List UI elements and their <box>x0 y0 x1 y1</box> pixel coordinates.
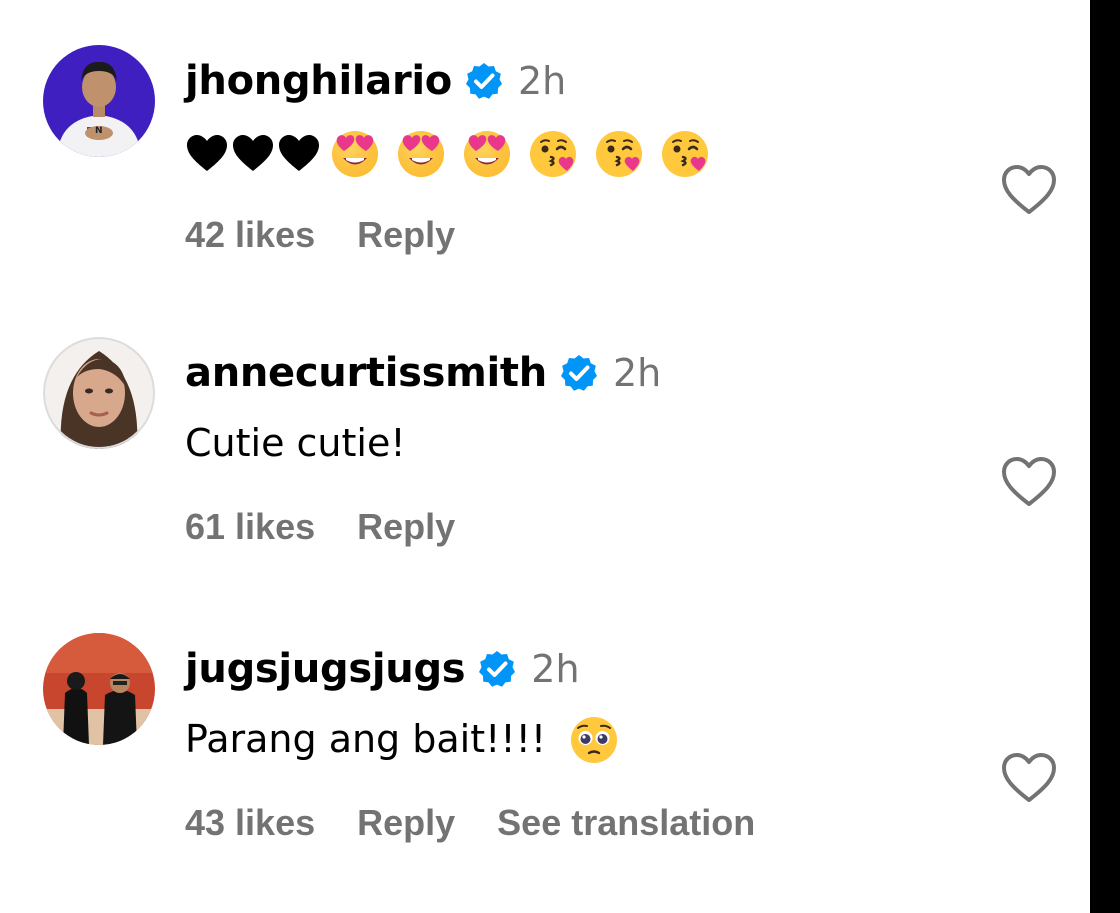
comment-item: N jhonghilario 2h 42 likes Reply <box>0 45 1090 315</box>
svg-text:N: N <box>95 126 103 136</box>
reply-button[interactable]: Reply <box>357 214 455 256</box>
like-comment-heart-icon[interactable] <box>1000 751 1058 805</box>
comment-body: Parang ang bait!!!! <box>185 717 547 761</box>
comment-header: jhonghilario 2h <box>185 53 566 109</box>
avatar[interactable] <box>43 633 155 745</box>
comment-header: annecurtissmith 2h <box>185 345 661 401</box>
comment-actions: 42 likes Reply <box>185 205 497 265</box>
timestamp[interactable]: 2h <box>518 59 566 103</box>
likes-count[interactable]: 43 likes <box>185 802 315 844</box>
comment-text: Parang ang bait!!!! <box>185 711 620 767</box>
reply-button[interactable]: Reply <box>357 506 455 548</box>
comment-item: jugsjugsjugs 2h Parang ang bait!!!! 43 l… <box>0 633 1090 903</box>
comment-emojis <box>185 125 711 181</box>
heart-eyes-face-icon <box>329 127 381 179</box>
username[interactable]: jugsjugsjugs <box>185 646 466 692</box>
comment-actions: 61 likes Reply <box>185 497 497 557</box>
window-edge <box>1090 0 1120 913</box>
kissing-face-icon <box>659 127 711 179</box>
comment-text: Cutie cutie! <box>185 415 406 471</box>
username[interactable]: jhonghilario <box>185 58 452 104</box>
username[interactable]: annecurtissmith <box>185 350 547 396</box>
likes-count[interactable]: 61 likes <box>185 506 315 548</box>
like-comment-heart-icon[interactable] <box>1000 455 1058 509</box>
kissing-face-icon <box>593 127 645 179</box>
comment-actions: 43 likes Reply See translation <box>185 793 797 853</box>
black-heart-icon <box>231 133 275 173</box>
avatar[interactable]: N <box>43 45 155 157</box>
timestamp[interactable]: 2h <box>531 647 579 691</box>
black-heart-icon <box>277 133 321 173</box>
verified-badge-icon <box>477 649 517 689</box>
comment-item: annecurtissmith 2h Cutie cutie! 61 likes… <box>0 337 1090 607</box>
heart-eyes-face-icon <box>395 127 447 179</box>
like-comment-heart-icon[interactable] <box>1000 163 1058 217</box>
comment-body: Cutie cutie! <box>185 421 406 465</box>
kissing-face-icon <box>527 127 579 179</box>
pleading-face-icon <box>568 713 620 765</box>
verified-badge-icon <box>464 61 504 101</box>
likes-count[interactable]: 42 likes <box>185 214 315 256</box>
see-translation-button[interactable]: See translation <box>497 802 755 844</box>
heart-eyes-face-icon <box>461 127 513 179</box>
verified-badge-icon <box>559 353 599 393</box>
timestamp[interactable]: 2h <box>613 351 661 395</box>
reply-button[interactable]: Reply <box>357 802 455 844</box>
avatar[interactable] <box>43 337 155 449</box>
black-heart-icon <box>185 133 229 173</box>
comment-header: jugsjugsjugs 2h <box>185 641 580 697</box>
